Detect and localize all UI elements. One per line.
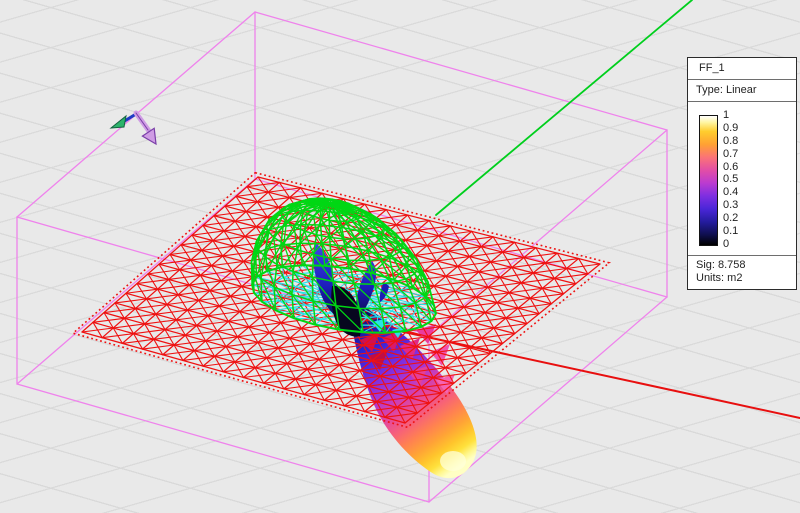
legend-footer: Sig: 8.758 Units: m2 (688, 255, 796, 289)
colorbar-tick-label: 0 (723, 238, 738, 250)
colorbar-tick-label: 0.2 (723, 212, 738, 224)
colorbar-tick-label: 0.3 (723, 199, 738, 211)
axis-arrow-magenta (136, 113, 156, 144)
legend-type-label: Type: Linear (688, 80, 796, 102)
3d-viewport[interactable]: FF_1 Type: Linear 10.90.80.70.60.50.40.3… (0, 0, 800, 513)
axis-arrow-blue (111, 114, 136, 128)
colorbar-tick-label: 0.4 (723, 186, 738, 198)
sig-value: Sig: 8.758 (696, 259, 796, 272)
legend-colorbar-section: 10.90.80.70.60.50.40.30.20.10 (688, 102, 796, 255)
colorbar-tick-label: 0.5 (723, 173, 738, 185)
colorbar-tick-label: 0.7 (723, 148, 738, 160)
farfield-hemisphere-grid (251, 198, 436, 333)
legend-panel[interactable]: FF_1 Type: Linear 10.90.80.70.60.50.40.3… (687, 57, 797, 290)
colorbar (699, 115, 718, 246)
orientation-arrows (111, 113, 156, 144)
y-axis-line (436, 0, 692, 215)
colorbar-tick-label: 1 (723, 109, 738, 121)
units-value: Units: m2 (696, 272, 796, 285)
colorbar-tick-label: 0.8 (723, 135, 738, 147)
colorbar-tick-label: 0.1 (723, 225, 738, 237)
colorbar-tick-label: 0.6 (723, 161, 738, 173)
colorbar-tick-labels: 10.90.80.70.60.50.40.30.20.10 (723, 109, 738, 250)
scene-svg (0, 0, 800, 513)
colorbar-tick-label: 0.9 (723, 122, 738, 134)
legend-title: FF_1 (688, 58, 796, 80)
